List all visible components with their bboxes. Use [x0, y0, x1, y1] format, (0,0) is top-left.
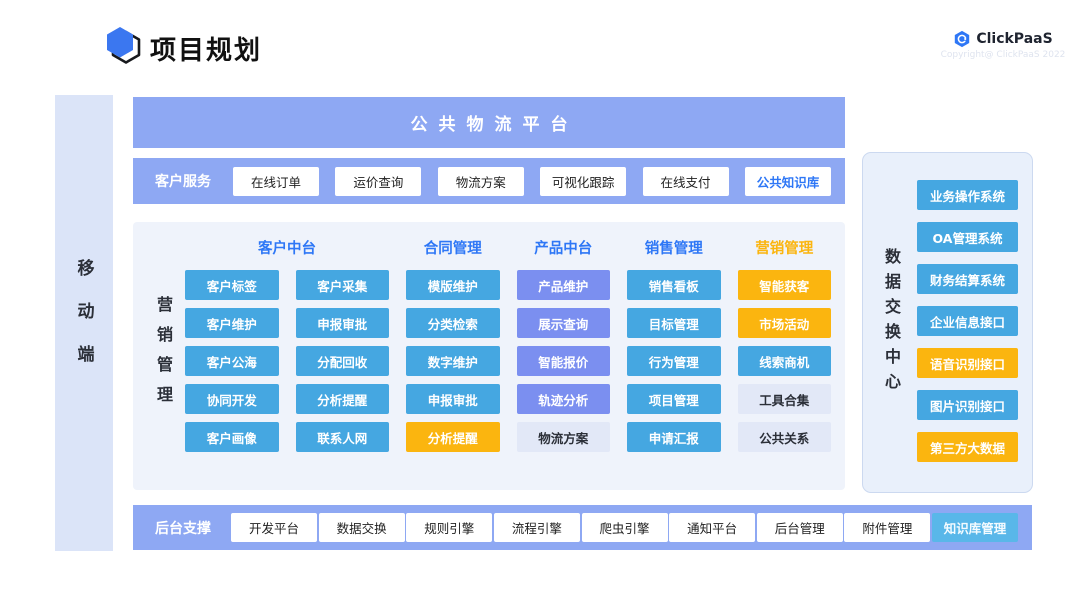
- button-attachment-management[interactable]: 附件管理: [844, 513, 930, 542]
- data-exchange-label: 数据交换中心: [879, 248, 903, 398]
- data-exchange-buttons: 业务操作系统 OA管理系统 财务结算系统 企业信息接口 语音识别接口 图片识别接…: [917, 180, 1018, 462]
- matrix-cell[interactable]: 市场活动: [738, 308, 832, 338]
- button-business-operation-system[interactable]: 业务操作系统: [917, 180, 1018, 210]
- matrix-cell[interactable]: 数字维护: [406, 346, 500, 376]
- matrix-cell[interactable]: 工具合集: [738, 384, 832, 414]
- mobile-side-label: 移动端: [72, 259, 97, 388]
- matrix-cell[interactable]: 物流方案: [517, 422, 611, 452]
- data-exchange-panel: 数据交换中心 业务操作系统 OA管理系统 财务结算系统 企业信息接口 语音识别接…: [862, 152, 1033, 493]
- customer-service-row: 客户服务 在线订单 运价查询 物流方案 可视化跟踪 在线支付 公共知识库: [133, 158, 845, 204]
- matrix-cell[interactable]: 产品维护: [517, 270, 611, 300]
- matrix-cell[interactable]: 项目管理: [627, 384, 721, 414]
- matrix-cell[interactable]: 展示查询: [517, 308, 611, 338]
- customer-service-buttons: 在线订单 运价查询 物流方案 可视化跟踪 在线支付 公共知识库: [233, 167, 831, 196]
- backend-support-buttons: 开发平台 数据交换 规则引擎 流程引擎 爬虫引擎 通知平台 后台管理 附件管理 …: [231, 513, 1018, 542]
- column-header-contract-mgmt: 合同管理: [406, 232, 500, 262]
- button-visual-tracking[interactable]: 可视化跟踪: [540, 167, 626, 196]
- button-crawler-engine[interactable]: 爬虫引擎: [582, 513, 668, 542]
- backend-support-row: 后台支撑 开发平台 数据交换 规则引擎 流程引擎 爬虫引擎 通知平台 后台管理 …: [133, 505, 1032, 550]
- matrix-cell[interactable]: 客户画像: [185, 422, 279, 452]
- button-third-party-big-data[interactable]: 第三方大数据: [917, 432, 1018, 462]
- matrix-cell[interactable]: 申请汇报: [627, 422, 721, 452]
- page-title: 项目规划: [150, 30, 262, 67]
- matrix-cell[interactable]: 申报审批: [406, 384, 500, 414]
- button-enterprise-info-api[interactable]: 企业信息接口: [917, 306, 1018, 336]
- button-notification-platform[interactable]: 通知平台: [669, 513, 755, 542]
- button-backend-management[interactable]: 后台管理: [757, 513, 843, 542]
- marketing-matrix-panel: 营销管理 客户中台 合同管理 产品中台 销售管理 营销管理 客户标签 客户采集 …: [133, 222, 845, 490]
- button-process-engine[interactable]: 流程引擎: [494, 513, 580, 542]
- column-header-sales-mgmt: 销售管理: [627, 232, 721, 262]
- matrix-cell[interactable]: 申报审批: [296, 308, 390, 338]
- matrix-cell[interactable]: 公共关系: [738, 422, 832, 452]
- matrix-cell[interactable]: 客户标签: [185, 270, 279, 300]
- button-online-order[interactable]: 在线订单: [233, 167, 319, 196]
- matrix-cell[interactable]: 协同开发: [185, 384, 279, 414]
- matrix-cell[interactable]: 客户维护: [185, 308, 279, 338]
- matrix-cell[interactable]: 智能获客: [738, 270, 832, 300]
- platform-banner: 公共物流平台: [133, 97, 845, 148]
- matrix-cell[interactable]: 分配回收: [296, 346, 390, 376]
- matrix-cell[interactable]: 客户公海: [185, 346, 279, 376]
- button-image-recognition-api[interactable]: 图片识别接口: [917, 390, 1018, 420]
- platform-banner-title: 公共物流平台: [400, 110, 579, 135]
- brand-copyright: Copyright@ ClickPaaS 2022: [938, 50, 1068, 60]
- matrix-cell[interactable]: 目标管理: [627, 308, 721, 338]
- button-financial-settlement-system[interactable]: 财务结算系统: [917, 264, 1018, 294]
- matrix-cell[interactable]: 联系人网: [296, 422, 390, 452]
- matrix-cell[interactable]: 线索商机: [738, 346, 832, 376]
- matrix-cell[interactable]: 分类检索: [406, 308, 500, 338]
- column-header-marketing-mgmt: 营销管理: [738, 232, 832, 262]
- matrix-cell[interactable]: 销售看板: [627, 270, 721, 300]
- button-oa-management-system[interactable]: OA管理系统: [917, 222, 1018, 252]
- clickpaas-hexagon-icon: [953, 30, 971, 48]
- button-freight-query[interactable]: 运价查询: [335, 167, 421, 196]
- mobile-side-panel: 移动端: [55, 95, 113, 551]
- matrix-cell[interactable]: 分析提醒: [406, 422, 500, 452]
- matrix-cell[interactable]: 客户采集: [296, 270, 390, 300]
- title-hexagon-icon: [98, 24, 144, 70]
- button-rule-engine[interactable]: 规则引擎: [406, 513, 492, 542]
- brand-name: ClickPaaS: [976, 31, 1052, 47]
- matrix-grid: 客户中台 合同管理 产品中台 销售管理 营销管理 客户标签 客户采集 模版维护 …: [185, 232, 831, 452]
- column-header-customer-center: 客户中台: [185, 232, 389, 262]
- matrix-cell[interactable]: 行为管理: [627, 346, 721, 376]
- customer-service-label: 客户服务: [155, 171, 211, 191]
- button-speech-recognition-api[interactable]: 语音识别接口: [917, 348, 1018, 378]
- matrix-cell[interactable]: 模版维护: [406, 270, 500, 300]
- button-dev-platform[interactable]: 开发平台: [231, 513, 317, 542]
- matrix-cell[interactable]: 智能报价: [517, 346, 611, 376]
- brand-logo: ClickPaaS Copyright@ ClickPaaS 2022: [938, 30, 1068, 60]
- button-public-knowledge-base[interactable]: 公共知识库: [745, 167, 831, 196]
- column-header-product-center: 产品中台: [517, 232, 611, 262]
- button-online-payment[interactable]: 在线支付: [643, 167, 729, 196]
- matrix-cell[interactable]: 分析提醒: [296, 384, 390, 414]
- backend-support-label: 后台支撑: [155, 518, 211, 538]
- matrix-cell[interactable]: 轨迹分析: [517, 384, 611, 414]
- button-knowledge-base-management[interactable]: 知识库管理: [932, 513, 1018, 542]
- matrix-row-label: 营销管理: [151, 296, 175, 416]
- button-logistics-plan[interactable]: 物流方案: [438, 167, 524, 196]
- button-data-exchange[interactable]: 数据交换: [319, 513, 405, 542]
